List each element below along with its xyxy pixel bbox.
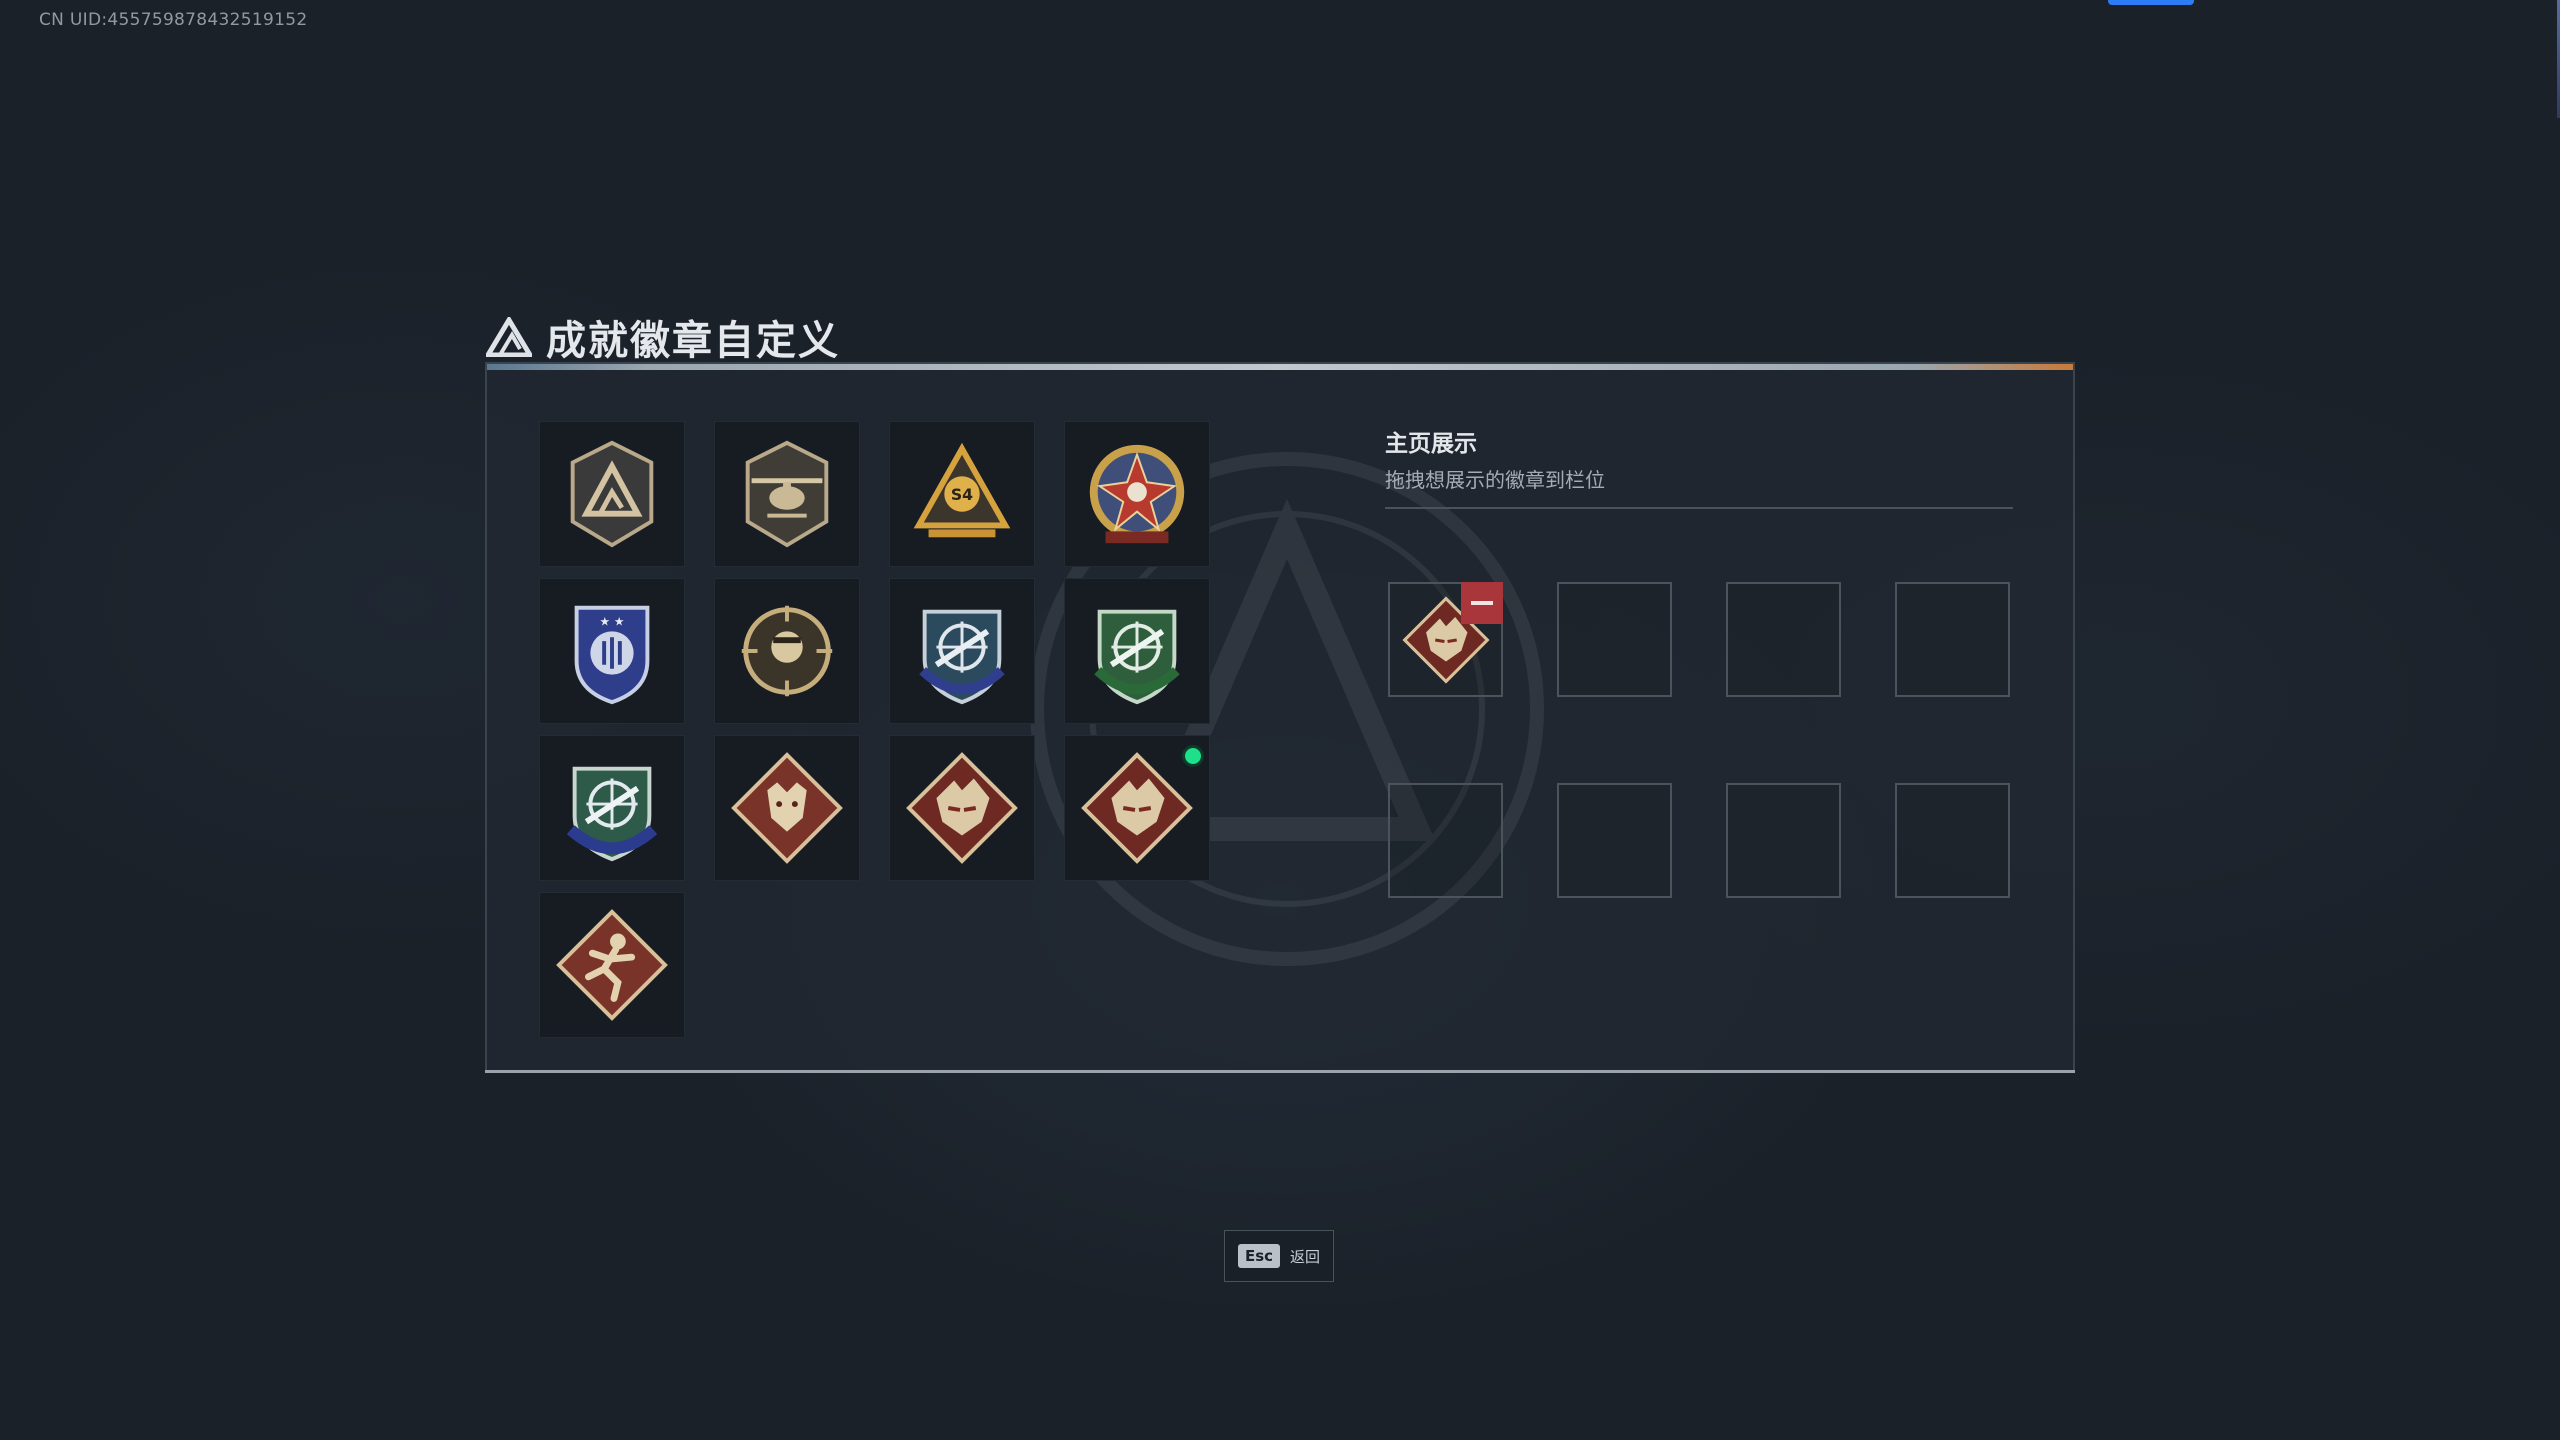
green-blue-rifle-badge-icon bbox=[566, 766, 658, 862]
badge-cell[interactable]: S4 bbox=[889, 421, 1035, 567]
esc-key-hint: Esc bbox=[1237, 1244, 1281, 1268]
badge-cell[interactable] bbox=[539, 421, 685, 567]
helicopter-shield-badge-icon bbox=[745, 440, 829, 548]
back-label: 返回 bbox=[1290, 1247, 1321, 1266]
showcase-slot[interactable] bbox=[1726, 582, 1841, 697]
showcase-slots bbox=[1388, 582, 2010, 898]
badge-cell[interactable]: ★ ★ bbox=[539, 578, 685, 724]
page-header: 成就徽章自定义 bbox=[486, 308, 840, 366]
badge-cell[interactable] bbox=[539, 735, 685, 881]
badge-grid: S4 ★ ★ bbox=[539, 421, 1210, 1038]
badge-cell[interactable] bbox=[1064, 578, 1210, 724]
minus-icon bbox=[1471, 601, 1493, 605]
showcase-slot[interactable] bbox=[1557, 783, 1672, 898]
top-tab-indicator[interactable] bbox=[2108, 0, 2194, 5]
showcase-slot[interactable] bbox=[1726, 783, 1841, 898]
blue-crest-badge-icon: ★ ★ bbox=[574, 605, 650, 705]
svg-text:★ ★: ★ ★ bbox=[600, 614, 625, 628]
dragon-diamond-badge-icon bbox=[906, 752, 1018, 864]
green-rifle-crosshair-badge-icon bbox=[1094, 609, 1180, 705]
skull-crosshair-badge-icon bbox=[741, 605, 833, 697]
wolf-diamond-badge-icon bbox=[731, 752, 843, 864]
badge-cell[interactable] bbox=[1064, 421, 1210, 567]
panel-top-bar bbox=[487, 364, 2073, 370]
divider bbox=[1385, 507, 2013, 509]
triangle-logo-icon bbox=[486, 317, 532, 357]
remove-badge-button[interactable] bbox=[1461, 582, 1503, 624]
star-skull-medal-badge-icon bbox=[1089, 444, 1185, 544]
badge-cell[interactable] bbox=[539, 892, 685, 1038]
showcase-slot[interactable] bbox=[1895, 783, 2010, 898]
showcase-subtitle: 拖拽想展示的徽章到栏位 bbox=[1385, 468, 1605, 492]
badge-cell[interactable] bbox=[714, 578, 860, 724]
panel-bottom-line bbox=[485, 1070, 2075, 1073]
badge-cell[interactable] bbox=[714, 735, 860, 881]
blue-rifle-crosshair-badge-icon bbox=[919, 609, 1005, 705]
showcase-section: 主页展示 拖拽想展示的徽章到栏位 bbox=[1385, 424, 2013, 509]
badge-cell[interactable] bbox=[714, 421, 860, 567]
showcase-slot[interactable] bbox=[1388, 783, 1503, 898]
showcase-slot[interactable] bbox=[1388, 582, 1503, 697]
s4-label: S4 bbox=[951, 485, 973, 504]
badge-cell[interactable] bbox=[889, 578, 1035, 724]
new-indicator-dot bbox=[1182, 745, 1204, 767]
showcase-slot[interactable] bbox=[1895, 582, 2010, 697]
showcase-slot[interactable] bbox=[1557, 582, 1672, 697]
ninja-runner-diamond-badge-icon bbox=[556, 909, 668, 1021]
badge-cell[interactable] bbox=[1064, 735, 1210, 881]
uid-label: CN UID:455759878432519152 bbox=[39, 10, 308, 30]
s4-triangle-badge-icon: S4 bbox=[913, 442, 1011, 538]
badge-cell[interactable] bbox=[889, 735, 1035, 881]
back-button[interactable]: Esc 返回 bbox=[1224, 1230, 1334, 1282]
showcase-title: 主页展示 bbox=[1385, 431, 1477, 457]
dragon-diamond-new-badge-icon bbox=[1081, 752, 1193, 864]
page-title: 成就徽章自定义 bbox=[546, 318, 840, 364]
triangle-shield-badge-icon bbox=[570, 440, 654, 548]
badge-customize-panel: S4 ★ ★ 主页展示 拖拽想展示的徽章到栏位 bbox=[485, 362, 2075, 1073]
